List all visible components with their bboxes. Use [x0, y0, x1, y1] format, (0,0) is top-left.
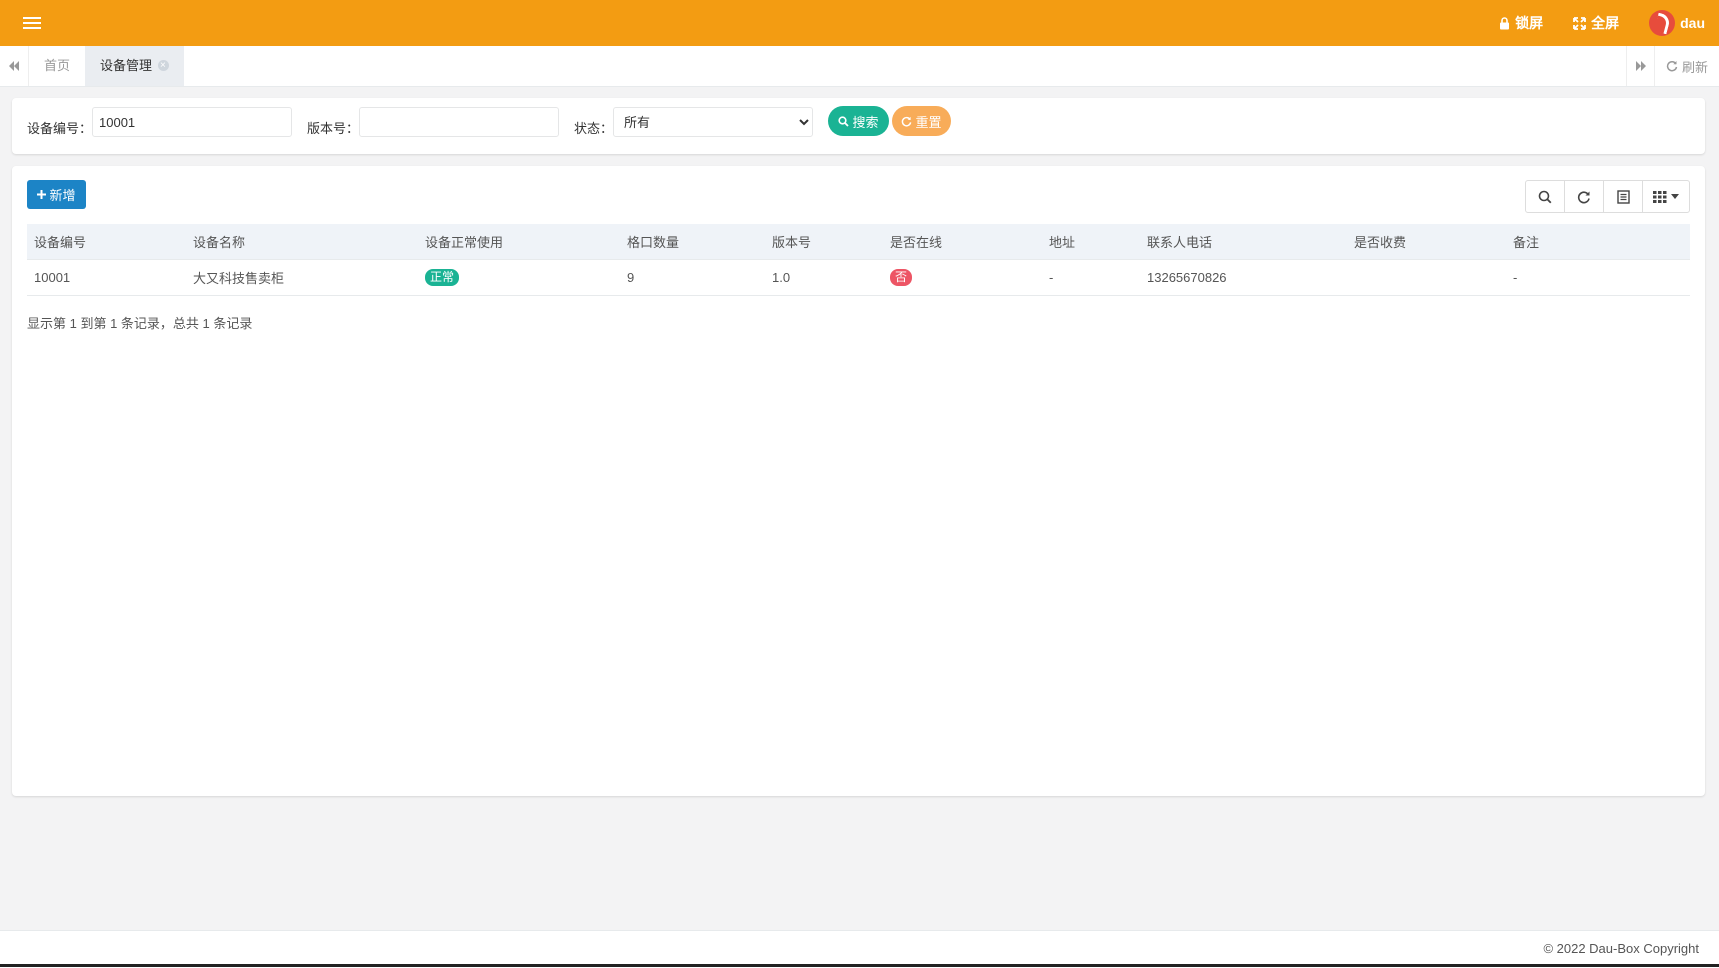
cell-slot-count: 9 — [620, 259, 765, 296]
table-header-row: 设备编号 设备名称 设备正常使用 格口数量 版本号 是否在线 地址 联系人电话 … — [27, 224, 1690, 260]
device-table: 设备编号 设备名称 设备正常使用 格口数量 版本号 是否在线 地址 联系人电话 … — [27, 224, 1690, 296]
tabs-bar: 首页 设备管理 刷新 — [0, 46, 1719, 87]
table-toolbar — [1525, 180, 1690, 213]
expand-icon — [1573, 16, 1587, 30]
cell-phone: 13265670826 — [1140, 259, 1347, 296]
column-header[interactable]: 设备正常使用 — [418, 224, 620, 260]
version-label: 版本号： — [307, 121, 360, 136]
column-header[interactable]: 是否在线 — [883, 224, 1042, 260]
online-badge: 否 — [890, 269, 913, 286]
lock-icon — [1500, 16, 1510, 29]
cell-version: 1.0 — [765, 259, 883, 296]
column-header[interactable]: 是否收费 — [1347, 224, 1506, 260]
cell-address: - — [1042, 259, 1140, 296]
list-icon — [1616, 189, 1630, 204]
fullscreen-label: 全屏 — [1591, 15, 1620, 31]
search-button[interactable]: 搜索 — [828, 106, 889, 136]
user-menu[interactable]: dau — [1649, 10, 1705, 36]
double-chevron-left-icon — [9, 61, 19, 71]
lock-screen-button[interactable]: 锁屏 — [1499, 13, 1543, 33]
device-no-input[interactable] — [92, 107, 292, 137]
column-header[interactable]: 设备编号 — [27, 224, 186, 260]
refresh-icon — [1666, 60, 1678, 72]
hamburger-menu-icon[interactable] — [23, 14, 41, 32]
column-header[interactable]: 格口数量 — [620, 224, 765, 260]
toggle-search-button[interactable] — [1526, 181, 1565, 212]
refresh-icon — [902, 116, 912, 126]
column-header[interactable]: 联系人电话 — [1140, 224, 1347, 260]
close-icon[interactable] — [158, 46, 170, 86]
topbar-actions: 锁屏 全屏 dau — [1499, 0, 1705, 46]
column-header[interactable]: 版本号 — [765, 224, 883, 260]
refresh-table-button[interactable] — [1565, 181, 1604, 212]
cell-normal-use: 正常 — [418, 259, 620, 296]
search-form: 设备编号： 版本号： 状态： 所有 搜索 重置 — [12, 98, 1705, 154]
double-chevron-right-icon — [1636, 61, 1646, 71]
tabs-scroll-left-button[interactable] — [0, 46, 29, 86]
columns-icon — [1653, 190, 1667, 203]
columns-dropdown-button[interactable] — [1643, 181, 1689, 212]
reset-button[interactable]: 重置 — [892, 106, 951, 136]
cell-device-no: 10001 — [27, 259, 186, 296]
version-input[interactable] — [359, 107, 559, 137]
tabs-scroll-right-button[interactable] — [1626, 46, 1655, 86]
add-button-label: 新增 — [49, 188, 76, 203]
column-header[interactable]: 地址 — [1042, 224, 1140, 260]
toggle-view-button[interactable] — [1604, 181, 1643, 212]
caret-down-icon — [1671, 194, 1679, 199]
tab-device-management-label: 设备管理 — [100, 58, 153, 73]
cell-remark: - — [1506, 259, 1690, 296]
cell-online: 否 — [883, 259, 1042, 296]
search-icon — [1538, 190, 1552, 203]
refresh-tab-button[interactable]: 刷新 — [1654, 46, 1719, 86]
top-navbar: 锁屏 全屏 dau — [0, 0, 1719, 46]
refresh-label: 刷新 — [1681, 59, 1708, 75]
cell-charge — [1347, 259, 1506, 296]
plus-icon — [37, 190, 47, 199]
tab-home[interactable]: 首页 — [29, 46, 85, 86]
page-tabs: 首页 设备管理 — [29, 46, 185, 86]
refresh-icon — [1577, 190, 1590, 203]
column-header[interactable]: 设备名称 — [186, 224, 418, 260]
reset-button-label: 重置 — [915, 114, 942, 130]
device-no-label: 设备编号： — [27, 121, 93, 136]
fullscreen-button[interactable]: 全屏 — [1573, 13, 1619, 33]
table-row[interactable]: 10001 大又科技售卖柜 正常 9 1.0 否 - 13265670826 - — [27, 259, 1690, 296]
username: dau — [1680, 15, 1705, 31]
device-table-panel: 新增 设备编号 设备名称 设备正常使用 格口数量 版本号 是否在线 地址 联系人… — [12, 166, 1705, 796]
avatar — [1649, 10, 1676, 36]
tab-home-label: 首页 — [44, 58, 71, 73]
copyright-text: © 2022 Dau-Box Copyright — [1543, 941, 1699, 956]
status-label: 状态： — [574, 121, 614, 136]
column-header[interactable]: 备注 — [1506, 224, 1690, 260]
search-icon — [838, 115, 850, 127]
lock-screen-label: 锁屏 — [1515, 15, 1544, 31]
add-device-button[interactable]: 新增 — [27, 180, 86, 209]
status-badge: 正常 — [425, 269, 460, 286]
status-select[interactable]: 所有 — [613, 107, 813, 137]
footer: © 2022 Dau-Box Copyright — [0, 930, 1719, 968]
search-button-label: 搜索 — [852, 114, 879, 130]
pagination-info: 显示第 1 到第 1 条记录，总共 1 条记录 — [27, 316, 253, 331]
cell-device-name: 大又科技售卖柜 — [186, 259, 418, 296]
tab-device-management[interactable]: 设备管理 — [85, 46, 185, 86]
